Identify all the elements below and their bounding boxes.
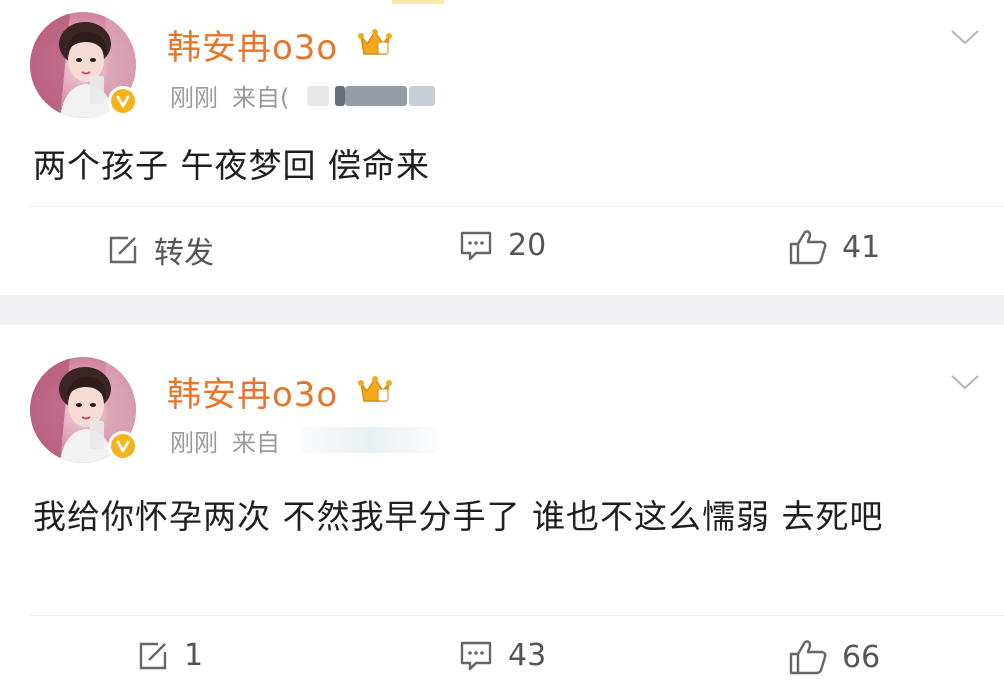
chevron-down-icon[interactable]: [950, 28, 980, 46]
repost-icon: [139, 642, 167, 669]
like-count: 41: [842, 229, 881, 265]
redacted-source: [300, 427, 440, 453]
repost-icon: [109, 236, 137, 264]
like-button[interactable]: 41: [788, 228, 880, 266]
comment-button[interactable]: 20: [458, 228, 546, 263]
comment-button[interactable]: 43: [458, 638, 546, 673]
top-highlight: [392, 0, 444, 4]
verified-badge-icon: [108, 431, 138, 461]
username[interactable]: 韩安冉o3o: [167, 367, 338, 416]
repost-count: 1: [184, 638, 204, 673]
comment-icon: [460, 641, 492, 670]
divider: [30, 206, 1004, 207]
comment-count: 20: [508, 228, 547, 263]
post-source-prefix: 来自: [232, 429, 280, 457]
crown-badge-icon: [358, 29, 392, 55]
comment-count: 43: [508, 638, 547, 673]
divider: [30, 615, 1004, 616]
post-meta: 刚刚 来自(: [170, 78, 303, 113]
post-meta: 刚刚 来自: [170, 423, 294, 458]
avatar[interactable]: [30, 12, 138, 118]
post-text: 两个孩子 午夜梦回 偿命来: [33, 146, 430, 185]
post-source-prefix: 来自: [232, 84, 280, 112]
chevron-down-icon[interactable]: [950, 373, 980, 391]
avatar[interactable]: [30, 357, 138, 463]
post-text: 我给你怀孕两次 不然我早分手了 谁也不这么懦弱 去死吧: [33, 497, 884, 536]
crown-badge-icon: [358, 376, 392, 402]
post-time: 刚刚: [170, 84, 218, 112]
weibo-post: 韩安冉o3o 刚刚 来自 我给你怀孕两次 不然我早分手了 谁也不这么懦弱 去死吧 …: [0, 325, 1004, 692]
post-source-fragment: (: [280, 84, 290, 112]
comment-icon: [460, 231, 492, 260]
like-count: 66: [842, 639, 881, 675]
repost-button[interactable]: 1: [136, 638, 203, 673]
repost-label: 转发: [154, 236, 214, 271]
verified-badge-icon: [108, 86, 138, 116]
like-icon: [789, 640, 827, 675]
like-button[interactable]: 66: [788, 638, 880, 676]
repost-button[interactable]: 转发: [106, 228, 214, 272]
post-separator: [0, 295, 1004, 325]
weibo-post: 韩安冉o3o 刚刚 来自( 两个孩子 午夜梦回 偿命来 转发 20 41: [0, 8, 1004, 295]
redacted-source: [305, 84, 435, 108]
like-icon: [789, 230, 827, 265]
username[interactable]: 韩安冉o3o: [167, 20, 338, 69]
post-time: 刚刚: [170, 429, 218, 457]
